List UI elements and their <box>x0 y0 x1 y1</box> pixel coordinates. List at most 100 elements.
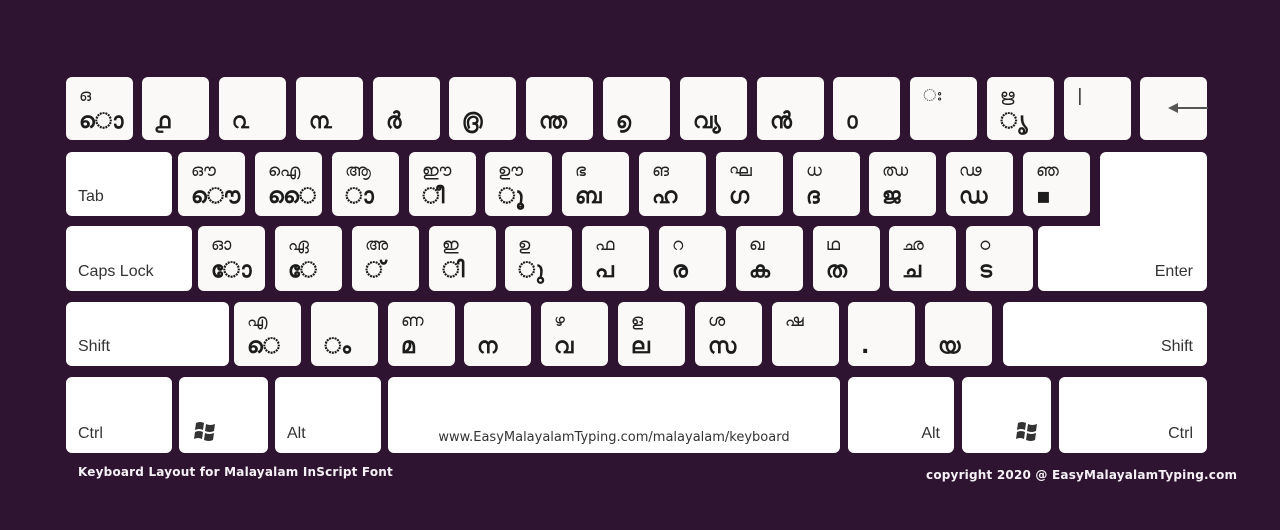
char-key[interactable]: ധദ <box>793 152 860 216</box>
char-key[interactable]: ർ <box>373 77 440 140</box>
shift-label: Shift <box>78 338 111 355</box>
char-key[interactable]: ഫപ <box>582 226 649 291</box>
char-key[interactable]: ന <box>464 302 531 366</box>
base-character: ർ <box>386 109 402 134</box>
char-key[interactable]: ൨ <box>219 77 286 140</box>
layout-title: Keyboard Layout for Malayalam InScript F… <box>78 465 393 479</box>
char-key[interactable]: ഏേ <box>275 226 342 291</box>
char-key[interactable]: അ് <box>352 226 419 291</box>
char-key[interactable]: ഝജ <box>869 152 936 216</box>
char-key[interactable]: ഔൌ <box>178 152 245 216</box>
ctrl-left-key[interactable]: Ctrl <box>66 377 172 453</box>
ctrl-left-label: Ctrl <box>78 425 103 442</box>
char-key[interactable]: ഒൊ <box>66 77 133 140</box>
shift-key-right[interactable]: Shift <box>1003 302 1207 366</box>
shift-character: ഒ <box>79 86 92 106</box>
char-key[interactable]: ൧ <box>142 77 209 140</box>
tab-key[interactable]: Tab <box>66 152 172 216</box>
shift-character: ഈ <box>422 161 452 181</box>
char-key[interactable]: എെ <box>234 302 301 366</box>
char-key[interactable]: ഴവ <box>541 302 608 366</box>
char-key[interactable]: . <box>848 302 915 366</box>
char-key[interactable]: ഖക <box>736 226 803 291</box>
shift-character: ധ <box>806 161 822 181</box>
shift-character: ഛ <box>902 235 924 255</box>
char-key[interactable]: ഊൂ <box>485 152 552 216</box>
space-key[interactable]: www.EasyMalayalamTyping.com/malayalam/ke… <box>388 377 840 453</box>
char-key[interactable]: ഈീ <box>409 152 476 216</box>
char-key[interactable]: ഷ <box>772 302 839 366</box>
ctrl-right-key[interactable]: Ctrl <box>1059 377 1207 453</box>
char-key[interactable]: ൭ <box>603 77 670 140</box>
char-key[interactable]: ഛച <box>889 226 956 291</box>
char-key[interactable]: ന്ത <box>526 77 593 140</box>
char-key[interactable]: ഞ ▪ <box>1023 152 1090 216</box>
char-key[interactable]: ശസ <box>695 302 762 366</box>
base-character: ര <box>672 258 688 283</box>
base-character: ൭ <box>616 109 631 134</box>
char-key[interactable]: വ്യ <box>680 77 747 140</box>
base-character: ൈ <box>268 184 317 209</box>
alt-left-key[interactable]: Alt <box>275 377 381 453</box>
shift-character: ഐ <box>268 161 301 181</box>
shift-character: ആ <box>345 161 371 181</box>
base-character: ൦ <box>846 109 858 134</box>
caps-lock-key[interactable]: Caps Lock <box>66 226 192 291</box>
base-character: ന <box>477 334 498 359</box>
char-key[interactable]: ളല <box>618 302 685 366</box>
base-character: ൫ <box>462 109 483 134</box>
shift-character: ഷ <box>785 311 804 331</box>
base-character: ന്ത <box>539 109 567 134</box>
char-key[interactable]: ം <box>311 302 378 366</box>
windows-right-key[interactable] <box>962 377 1051 453</box>
char-key[interactable]: ഢഡ <box>946 152 1013 216</box>
char-key[interactable]: യ <box>925 302 992 366</box>
tab-label: Tab <box>78 188 104 205</box>
char-key[interactable]: ആാ <box>332 152 399 216</box>
char-key[interactable]: ൫ <box>449 77 516 140</box>
char-key[interactable]: | <box>1064 77 1131 140</box>
char-key[interactable]: ഃ <box>910 77 977 140</box>
char-key[interactable]: ണമ <box>388 302 455 366</box>
char-key[interactable]: ങഹ <box>639 152 706 216</box>
shift-key[interactable]: Shift <box>66 302 229 366</box>
alt-right-key[interactable]: Alt <box>848 377 954 453</box>
shift-character: ഭ <box>575 161 586 181</box>
base-character: പ <box>595 258 614 283</box>
char-key[interactable]: ഠട <box>966 226 1033 291</box>
char-key[interactable]: ഭബ <box>562 152 629 216</box>
base-character: ൊ <box>79 109 124 134</box>
char-key[interactable]: ഐൈ <box>255 152 322 216</box>
char-key[interactable]: ൦ <box>833 77 900 140</box>
shift-character: ഢ <box>959 161 982 181</box>
base-character: യ <box>938 334 961 359</box>
base-character: . <box>861 334 870 359</box>
char-key[interactable]: ഋൃ <box>987 77 1054 140</box>
backspace-key[interactable] <box>1140 77 1208 140</box>
copyright-text: copyright 2020 @ EasyMalayalamTyping.com <box>926 468 1238 482</box>
enter-key[interactable]: Enter <box>1038 226 1207 291</box>
base-character: ദ <box>806 184 820 209</box>
shift-character: ഠ <box>979 235 991 255</box>
windows-left-key[interactable] <box>179 377 268 453</box>
char-key[interactable]: ഥത <box>813 226 880 291</box>
char-key[interactable]: റര <box>659 226 726 291</box>
alt-right-label: Alt <box>921 425 940 442</box>
base-character: ീ <box>422 184 445 209</box>
shift-character: എ <box>247 311 268 331</box>
char-key[interactable]: ഘഗ <box>716 152 783 216</box>
char-key[interactable]: ഇി <box>429 226 496 291</box>
shift-label: Shift <box>1160 338 1193 355</box>
windows-logo-icon <box>1016 422 1037 441</box>
char-key[interactable]: ഉു <box>505 226 572 291</box>
base-character: ൧ <box>155 109 171 134</box>
shift-character: ഥ <box>826 235 840 255</box>
base-character: ല <box>631 334 650 359</box>
char-key[interactable]: ൩ <box>296 77 363 140</box>
enter-key-top[interactable] <box>1100 152 1207 232</box>
char-key[interactable]: ൻ <box>757 77 824 140</box>
shift-character: ങ <box>652 161 670 181</box>
shift-character: ള <box>631 311 644 331</box>
char-key[interactable]: ഓോ <box>198 226 265 291</box>
base-character: ൃ <box>1000 109 1028 134</box>
